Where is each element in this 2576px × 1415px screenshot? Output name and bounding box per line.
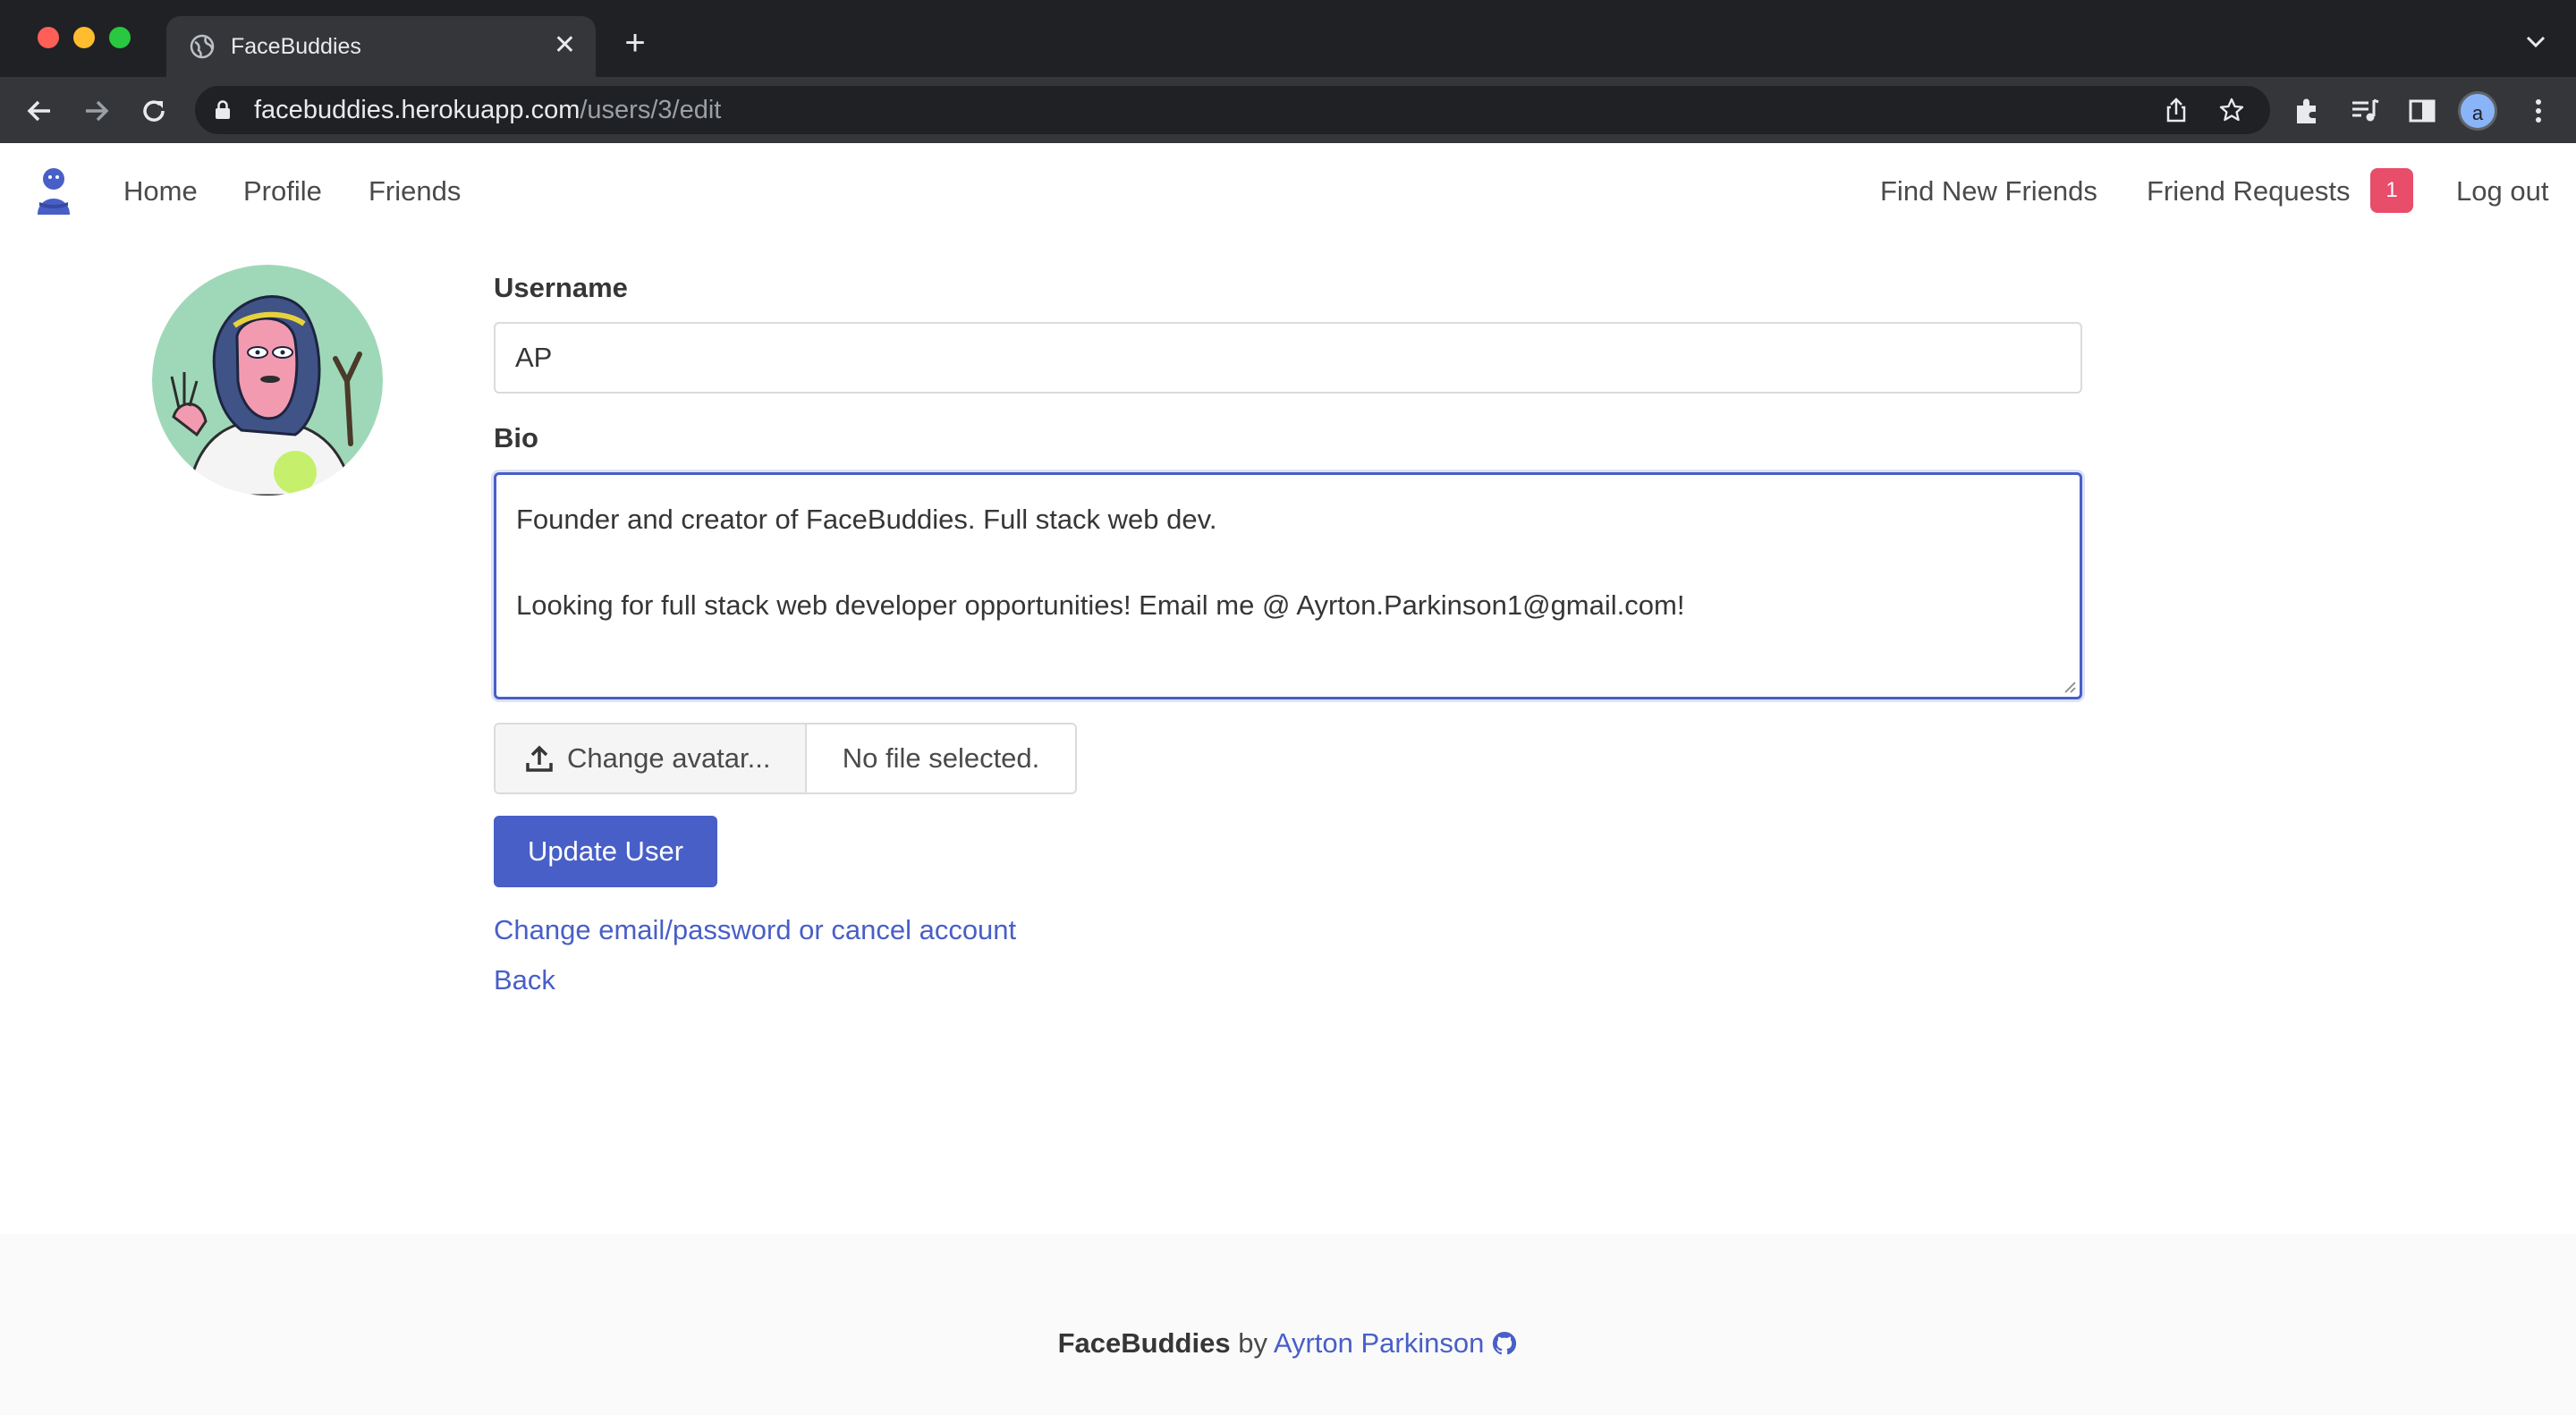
window-maximize-button[interactable]: [109, 27, 131, 48]
page-footer: FaceBuddies by Ayrton Parkinson: [0, 1234, 2576, 1415]
avatar-file-input[interactable]: Change avatar... No file selected.: [494, 723, 1077, 794]
bio-line-2: Looking for full stack web developer opp…: [516, 589, 1685, 621]
bio-line-spacer: [516, 541, 2060, 584]
tab-close-icon[interactable]: ✕: [554, 30, 576, 61]
url-host: facebuddies.herokuapp.com: [254, 96, 580, 124]
browser-profile-avatar[interactable]: a: [2458, 91, 2497, 131]
reload-icon[interactable]: [136, 93, 172, 129]
chevron-down-icon[interactable]: [2522, 30, 2549, 52]
username-input[interactable]: [494, 322, 2082, 394]
side-panel-icon[interactable]: [2404, 93, 2440, 129]
change-account-link[interactable]: Change email/password or cancel account: [494, 912, 1016, 948]
share-icon[interactable]: [2163, 97, 2190, 123]
app-navbar: Home Profile Friends Find New Friends Fr…: [0, 143, 2576, 238]
footer-brand: FaceBuddies: [1057, 1327, 1231, 1359]
footer-author-link[interactable]: Ayrton Parkinson: [1274, 1327, 1485, 1359]
update-user-button[interactable]: Update User: [494, 816, 717, 887]
github-icon[interactable]: [1491, 1330, 1518, 1357]
lock-icon[interactable]: [215, 100, 231, 120]
nav-home-link[interactable]: Home: [123, 174, 198, 209]
forward-arrow-icon[interactable]: [79, 93, 114, 129]
footer-credit: FaceBuddies by Ayrton Parkinson: [0, 1326, 2576, 1361]
username-label: Username: [494, 272, 628, 303]
change-avatar-button[interactable]: Change avatar...: [496, 724, 807, 792]
window-minimize-button[interactable]: [73, 27, 95, 48]
kebab-menu-icon[interactable]: [2521, 93, 2556, 129]
bio-label: Bio: [494, 422, 538, 453]
address-bar[interactable]: facebuddies.herokuapp.com/users/3/edit: [195, 86, 2270, 134]
friend-requests-count-badge[interactable]: 1: [2370, 168, 2413, 213]
nav-friends-link[interactable]: Friends: [369, 174, 461, 209]
back-arrow-icon[interactable]: [21, 93, 57, 129]
globe-icon: [190, 34, 215, 59]
facebuddies-logo-icon[interactable]: [34, 166, 73, 215]
back-link[interactable]: Back: [494, 962, 555, 998]
nav-profile-link[interactable]: Profile: [243, 174, 322, 209]
browser-tab-bar: FaceBuddies ✕ +: [0, 0, 2576, 77]
nav-find-new-friends-link[interactable]: Find New Friends: [1880, 174, 2097, 209]
window-close-button[interactable]: [38, 27, 59, 48]
nav-log-out-link[interactable]: Log out: [2456, 174, 2548, 209]
browser-tab[interactable]: FaceBuddies ✕: [166, 16, 596, 77]
browser-toolbar: facebuddies.herokuapp.com/users/3/edit a: [0, 77, 2576, 143]
new-tab-icon[interactable]: +: [617, 25, 653, 61]
nav-friend-requests-link[interactable]: Friend Requests: [2147, 174, 2350, 209]
file-status-text: No file selected.: [807, 724, 1075, 792]
bio-line-1: Founder and creator of FaceBuddies. Full…: [516, 504, 1217, 535]
media-queue-icon[interactable]: [2347, 93, 2383, 129]
change-avatar-label: Change avatar...: [567, 742, 771, 774]
bookmark-star-icon[interactable]: [2218, 97, 2245, 123]
extensions-puzzle-icon[interactable]: [2290, 93, 2326, 129]
upload-icon: [526, 745, 553, 772]
user-avatar-image: [152, 265, 383, 496]
url-path: /users/3/edit: [580, 96, 722, 124]
footer-by: by: [1238, 1327, 1267, 1359]
resize-grip-icon[interactable]: [2062, 679, 2076, 693]
bio-textarea[interactable]: Founder and creator of FaceBuddies. Full…: [494, 472, 2082, 699]
url-text: facebuddies.herokuapp.com/users/3/edit: [254, 96, 721, 124]
tab-title: FaceBuddies: [231, 34, 361, 59]
